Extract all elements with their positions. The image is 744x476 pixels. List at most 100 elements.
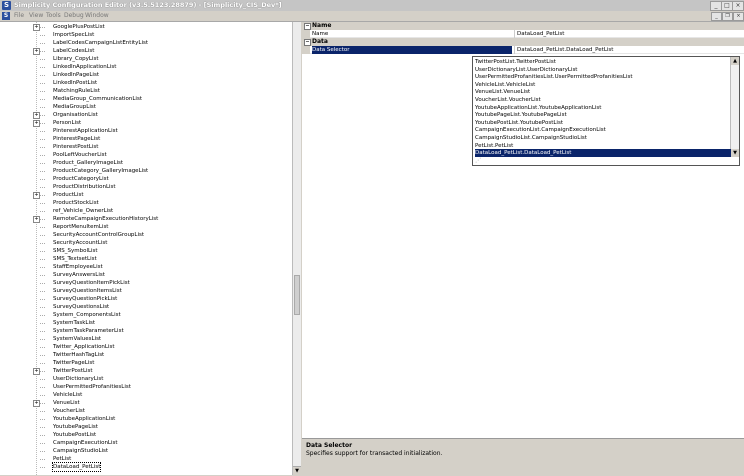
expand-icon[interactable]: + bbox=[33, 120, 40, 127]
tree-item[interactable]: SMS_SymbolList bbox=[0, 247, 290, 255]
tree-item[interactable]: Twitter_ApplicationList bbox=[0, 343, 290, 351]
data-selector-value[interactable]: DataLoad_PetList.DataLoad_PetList bbox=[514, 46, 744, 54]
tree-connector bbox=[40, 51, 45, 52]
tree-item[interactable]: ref_Vehicle_OwnerList bbox=[0, 207, 290, 215]
expand-icon[interactable]: + bbox=[33, 24, 40, 31]
tree-item[interactable]: SMS_TextsetList bbox=[0, 255, 290, 263]
tree-item[interactable]: DataLoad_PetList bbox=[0, 462, 290, 472]
tree-item[interactable]: CampaignExecutionList bbox=[0, 439, 290, 447]
tree-item[interactable]: TwitterPageList bbox=[0, 359, 290, 367]
dropdown-scrollbar[interactable]: ▲ ▼ bbox=[730, 57, 739, 157]
tree-connector bbox=[40, 363, 45, 364]
tree-item[interactable]: ProductDistributionList bbox=[0, 183, 290, 191]
expand-icon[interactable]: + bbox=[33, 48, 40, 55]
tree-item[interactable]: LabelCodesCampaignListEntityList bbox=[0, 39, 290, 47]
tree-item[interactable]: SurveyQuestionPickList bbox=[0, 295, 290, 303]
menu-debug[interactable]: Debug bbox=[64, 12, 84, 20]
property-value[interactable]: DataLoad_PetList bbox=[514, 30, 744, 38]
tree-item[interactable]: SurveyQuestionItemPickList bbox=[0, 279, 290, 287]
tree-item[interactable]: SystemValuesList bbox=[0, 335, 290, 343]
expand-icon[interactable]: + bbox=[33, 112, 40, 119]
tree-item[interactable]: UserPermittedProfanitiesList bbox=[0, 383, 290, 391]
tree-item[interactable]: MediaGroup_CommunicationList bbox=[0, 95, 290, 103]
tree-item[interactable]: PinterestPostList bbox=[0, 143, 290, 151]
tree-item[interactable]: SystemTaskList bbox=[0, 319, 290, 327]
expand-icon[interactable]: + bbox=[33, 400, 40, 407]
tree-item[interactable]: PinterestApplicationList bbox=[0, 127, 290, 135]
tree-item[interactable]: LinkedInPostList bbox=[0, 79, 290, 87]
tree-item[interactable]: SystemTaskParameterList bbox=[0, 327, 290, 335]
tree-item[interactable]: ImportSpecList bbox=[0, 31, 290, 39]
tree-connector bbox=[40, 35, 45, 36]
menu-view[interactable]: View bbox=[29, 12, 43, 20]
tree-item-label: VehicleList bbox=[53, 392, 83, 398]
tree-item[interactable]: PinterestPageList bbox=[0, 135, 290, 143]
resize-grip-icon[interactable]: ⋰ bbox=[475, 157, 481, 164]
tree-item[interactable]: CampaignStudioList bbox=[0, 447, 290, 455]
property-row-data-selector[interactable]: Data Selector DataLoad_PetList.DataLoad_… bbox=[302, 46, 744, 54]
tree-item[interactable]: ProductCategory_GalleryImageList bbox=[0, 167, 290, 175]
tree-item[interactable]: YoutubeApplicationList bbox=[0, 415, 290, 423]
close-button[interactable]: × bbox=[732, 1, 744, 11]
tree-item[interactable]: YoutubePageList bbox=[0, 423, 290, 431]
tree-item[interactable]: VoucherList bbox=[0, 407, 290, 415]
tree-item-label: PinterestApplicationList bbox=[53, 128, 118, 134]
tree-item[interactable]: SurveyAnswersList bbox=[0, 271, 290, 279]
tree-item[interactable]: + ProductList bbox=[0, 191, 290, 199]
tree-item[interactable]: + PersonList bbox=[0, 119, 290, 127]
tree-item[interactable]: UserDictionaryList bbox=[0, 375, 290, 383]
expand-icon[interactable]: + bbox=[33, 368, 40, 375]
category-name[interactable]: − Name bbox=[302, 22, 744, 30]
document-icon[interactable]: S bbox=[2, 12, 10, 20]
tree-connector bbox=[40, 411, 45, 412]
category-data[interactable]: − Data bbox=[302, 38, 744, 46]
tree-item[interactable]: LinkedInPageList bbox=[0, 71, 290, 79]
tree-item[interactable]: TwitterHashTagList bbox=[0, 351, 290, 359]
tree-item[interactable]: Library_CopyList bbox=[0, 55, 290, 63]
tree-item-label: SurveyQuestionPickList bbox=[53, 296, 118, 302]
tree-item[interactable]: PoolLeftVoucherList bbox=[0, 151, 290, 159]
tree-item[interactable]: VehicleList bbox=[0, 391, 290, 399]
dropdown-option[interactable]: DataLoad_PetList.DataLoad_PetList bbox=[475, 149, 731, 158]
scroll-up-icon[interactable]: ▲ bbox=[731, 57, 739, 65]
tree-item[interactable]: SecurityAccountList bbox=[0, 239, 290, 247]
scroll-down-icon[interactable]: ▼ bbox=[731, 149, 739, 157]
menu-window[interactable]: Window bbox=[85, 12, 109, 20]
tree-item[interactable]: LinkedInApplicationList bbox=[0, 63, 290, 71]
mdi-close-button[interactable]: × bbox=[733, 12, 744, 21]
tree-item[interactable]: ProductStockList bbox=[0, 199, 290, 207]
tree-item[interactable]: MatchingRuleList bbox=[0, 87, 290, 95]
tree-item[interactable]: StaffEmployeeList bbox=[0, 263, 290, 271]
tree-item[interactable]: ProductCategoryList bbox=[0, 175, 290, 183]
mdi-minimize-button[interactable]: _ bbox=[711, 12, 722, 21]
mdi-restore-button[interactable]: ❐ bbox=[722, 12, 733, 21]
tree-item[interactable]: YoutubePostList bbox=[0, 431, 290, 439]
collapse-icon[interactable]: − bbox=[304, 39, 311, 46]
tree-item[interactable]: MediaGroupList bbox=[0, 103, 290, 111]
tree-item[interactable]: PetList bbox=[0, 455, 290, 463]
expand-icon[interactable]: + bbox=[33, 192, 40, 199]
entity-tree[interactable]: + GooglePlusPostList ImportSpecList LabelCo… bbox=[0, 22, 293, 475]
tree-item[interactable]: + LabelCodesList bbox=[0, 47, 290, 55]
tree-item[interactable]: + TwitterPostList bbox=[0, 367, 290, 375]
data-selector-dropdown[interactable]: ▲ ▼ ⋰ TwitterPostList.TwitterPostList Use… bbox=[472, 56, 740, 166]
tree-item[interactable]: ReportMenuItemList bbox=[0, 223, 290, 231]
expand-icon[interactable]: + bbox=[33, 216, 40, 223]
scroll-down-icon[interactable]: ▼ bbox=[293, 466, 301, 475]
menu-file[interactable]: File bbox=[14, 12, 24, 20]
tree-item[interactable]: Product_GalleryImageList bbox=[0, 159, 290, 167]
tree-connector bbox=[40, 387, 45, 388]
tree-item[interactable]: + OrganisationList bbox=[0, 111, 290, 119]
tree-scrollbar-thumb[interactable] bbox=[294, 275, 300, 315]
tree-scrollbar[interactable]: ▼ bbox=[292, 22, 301, 475]
menu-tools[interactable]: Tools bbox=[46, 12, 61, 20]
collapse-icon[interactable]: − bbox=[304, 23, 311, 30]
tree-item[interactable]: + VenueList bbox=[0, 399, 290, 407]
tree-item[interactable]: System_ComponentsList bbox=[0, 311, 290, 319]
tree-item[interactable]: SurveyQuestionItemsList bbox=[0, 287, 290, 295]
tree-item[interactable]: + RemoteCampaignExecutionHistoryList bbox=[0, 215, 290, 223]
tree-item[interactable]: + GooglePlusPostList bbox=[0, 23, 290, 31]
property-row-name[interactable]: Name DataLoad_PetList bbox=[302, 30, 744, 38]
tree-item[interactable]: SurveyQuestionsList bbox=[0, 303, 290, 311]
tree-item[interactable]: SecurityAccountControlGroupList bbox=[0, 231, 290, 239]
